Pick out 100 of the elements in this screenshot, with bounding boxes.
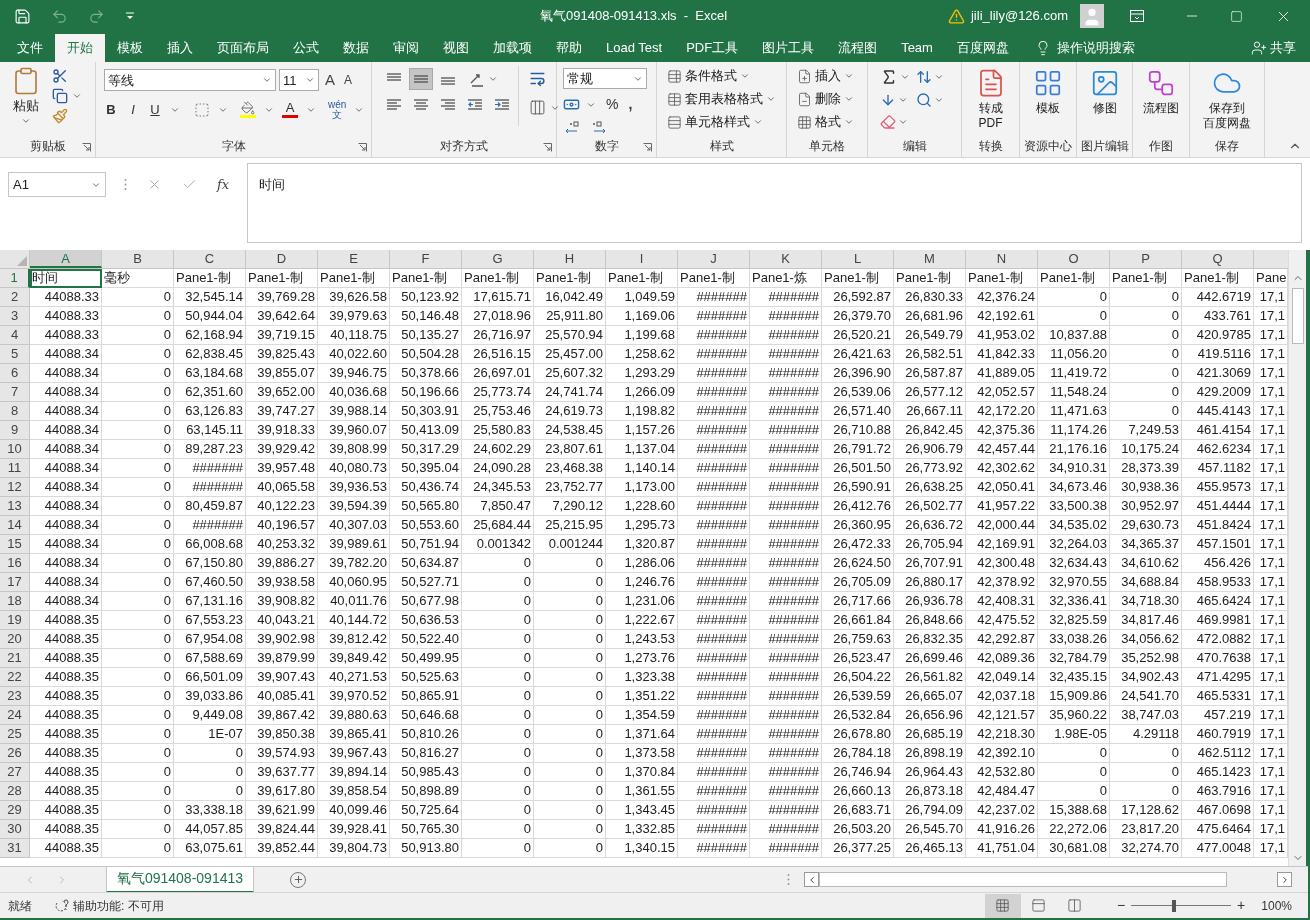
splitter-handle-icon[interactable] (787, 873, 790, 886)
row-header[interactable]: 6 (0, 364, 30, 383)
menu-tab[interactable]: 帮助 (544, 34, 594, 62)
grow-font-button[interactable]: A (322, 69, 338, 92)
avatar-icon[interactable] (1080, 4, 1104, 28)
cells-menu-button[interactable]: 删除 (797, 89, 854, 109)
caret-icon[interactable] (740, 71, 750, 81)
align-button[interactable] (409, 68, 433, 90)
maximize-icon[interactable] (1230, 9, 1243, 23)
menu-tab[interactable]: 公式 (281, 34, 331, 62)
orientation-icon[interactable] (469, 71, 485, 87)
column-header[interactable]: P (1110, 250, 1182, 268)
share-button[interactable]: 共享 (1251, 34, 1310, 62)
caret-icon[interactable] (844, 94, 854, 104)
row-header[interactable]: 12 (0, 478, 30, 497)
row-header[interactable]: 25 (0, 725, 30, 744)
column-header[interactable]: M (894, 250, 966, 268)
styles-menu-button[interactable]: 套用表格格式 (667, 89, 776, 109)
row-header[interactable]: 31 (0, 839, 30, 858)
caret-icon[interactable] (844, 117, 854, 127)
save-icon[interactable] (14, 7, 31, 25)
ribbon-large-button[interactable]: 转成 PDF (966, 66, 1015, 131)
dialog-launcher-icon[interactable] (358, 143, 367, 152)
caret-icon[interactable] (844, 71, 854, 81)
menu-tab[interactable]: 数据 (331, 34, 381, 62)
row-header[interactable]: 30 (0, 820, 30, 839)
caret-icon[interactable] (934, 95, 944, 105)
menu-tab[interactable]: Load Test (594, 34, 675, 62)
column-header[interactable]: N (966, 250, 1038, 268)
row-header[interactable]: 14 (0, 516, 30, 535)
ribbon-large-button[interactable]: 保存到 百度网盘 (1194, 66, 1260, 131)
ribbon-large-button[interactable]: 模板 (1024, 66, 1072, 116)
row-header[interactable]: 9 (0, 421, 30, 440)
menu-tab[interactable]: 百度网盘 (944, 34, 1021, 62)
scrollbar-thumb[interactable] (1291, 288, 1304, 344)
column-header[interactable]: H (534, 250, 606, 268)
menu-tab[interactable]: 审阅 (381, 34, 431, 62)
column-header[interactable]: A (30, 250, 102, 268)
vertical-scrollbar[interactable] (1288, 250, 1306, 866)
search-icon[interactable] (916, 92, 932, 108)
wrap-text-icon[interactable] (529, 70, 546, 87)
row-header[interactable]: 18 (0, 592, 30, 611)
row-header[interactable]: 3 (0, 307, 30, 326)
account-name[interactable]: jili_lily@126.com (971, 6, 1068, 26)
column-header[interactable]: E (318, 250, 390, 268)
row-header[interactable]: 8 (0, 402, 30, 421)
increase-decimal-icon[interactable] (591, 120, 607, 134)
row-header[interactable]: 19 (0, 611, 30, 630)
menu-tab[interactable]: 视图 (431, 34, 481, 62)
zoom-slider[interactable] (1131, 898, 1232, 913)
bold-button[interactable]: B (104, 99, 118, 120)
fill-down-icon[interactable] (880, 92, 896, 108)
row-header[interactable]: 28 (0, 782, 30, 801)
percent-button[interactable]: % (606, 94, 619, 115)
column-header[interactable]: G (462, 250, 534, 268)
column-header[interactable]: Q (1182, 250, 1254, 268)
column-header[interactable]: F (390, 250, 462, 268)
number-format-field[interactable]: 常规 (563, 68, 647, 89)
decrease-decimal-icon[interactable] (565, 120, 581, 134)
comma-button[interactable]: , (628, 94, 633, 115)
caret-icon[interactable] (934, 72, 944, 82)
cut-icon[interactable] (52, 68, 68, 84)
menu-tab[interactable]: 模板 (105, 34, 155, 62)
phonetic-button[interactable]: wén 文 (328, 99, 347, 120)
menu-tab[interactable]: 页面布局 (205, 34, 281, 62)
menu-tab[interactable]: 流程图 (826, 34, 890, 62)
ribbon-display-icon[interactable] (1130, 10, 1144, 22)
paste-button[interactable]: 粘贴 (4, 66, 48, 126)
row-header[interactable]: 29 (0, 801, 30, 820)
styles-menu-button[interactable]: 条件格式 (667, 66, 776, 86)
underline-button[interactable]: U (148, 99, 162, 120)
menu-tab[interactable]: 文件 (5, 34, 55, 62)
drag-handle-icon[interactable] (124, 178, 127, 191)
row-header[interactable]: 26 (0, 744, 30, 763)
row-header[interactable]: 4 (0, 326, 30, 345)
caret-icon[interactable] (488, 74, 498, 84)
dialog-launcher-icon[interactable] (82, 143, 91, 152)
scrollbar-thumb[interactable] (819, 872, 1227, 887)
row-header[interactable]: 10 (0, 440, 30, 459)
cancel-icon[interactable] (147, 177, 162, 192)
name-box[interactable]: A1 (8, 172, 106, 197)
caret-icon[interactable] (898, 95, 908, 105)
customize-icon[interactable] (125, 11, 135, 21)
row-header[interactable]: 24 (0, 706, 30, 725)
sheet-tab[interactable]: 氧气091408-091413 (106, 866, 254, 893)
menu-tab[interactable]: 开始 (55, 34, 105, 62)
fill-color-icon[interactable] (240, 101, 256, 118)
row-header[interactable]: 22 (0, 668, 30, 687)
styles-menu-button[interactable]: 单元格样式 (667, 112, 776, 132)
row-header[interactable]: 20 (0, 630, 30, 649)
row-header[interactable]: 17 (0, 573, 30, 592)
ribbon-large-button[interactable]: 修图 (1081, 66, 1128, 116)
row-header[interactable]: 5 (0, 345, 30, 364)
row-header[interactable]: 7 (0, 383, 30, 402)
caret-icon[interactable] (72, 91, 82, 101)
shrink-font-button[interactable]: A (341, 71, 356, 90)
column-header[interactable]: B (102, 250, 174, 268)
row-header[interactable]: 2 (0, 288, 30, 307)
row-header[interactable]: 23 (0, 687, 30, 706)
row-header[interactable]: 16 (0, 554, 30, 573)
